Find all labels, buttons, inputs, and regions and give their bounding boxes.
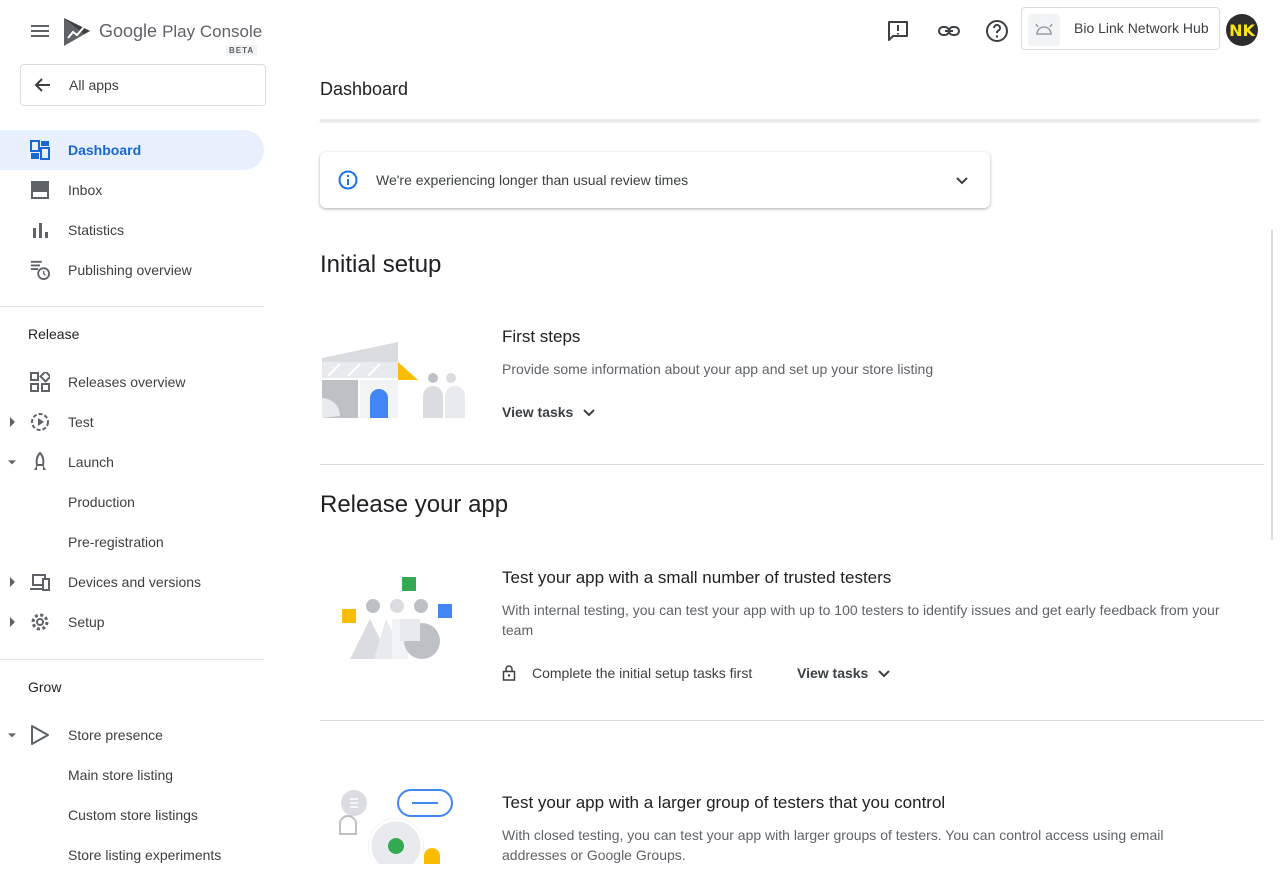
all-apps-label: All apps — [69, 77, 119, 93]
title-divider — [320, 119, 1260, 121]
devices-icon — [30, 574, 50, 591]
caret-right-icon[interactable] — [8, 617, 16, 627]
nav-item-main-store-listing[interactable]: Main store listing — [0, 755, 264, 795]
section-divider — [320, 720, 1264, 721]
android-icon — [1028, 14, 1060, 46]
view-tasks-button[interactable]: View tasks — [797, 665, 892, 681]
app-name: Bio Link Network Hub — [1074, 20, 1209, 36]
nav-label: Test — [68, 414, 94, 430]
brand-console: Play Console — [162, 22, 263, 41]
nav-item-devices-and-versions[interactable]: Devices and versions — [0, 562, 264, 602]
dashboard-icon — [30, 140, 50, 160]
inbox-icon — [31, 181, 49, 199]
nav-item-production[interactable]: Production — [0, 482, 264, 522]
chevron-down-icon — [878, 670, 891, 678]
nav-label: Inbox — [68, 182, 103, 198]
section-release: Release — [28, 326, 80, 342]
nav-item-publishing-overview[interactable]: Publishing overview — [0, 250, 264, 290]
release-heading: Release your app — [320, 491, 509, 518]
avatar-initials: NK — [1229, 20, 1255, 40]
nav-item-releases-overview[interactable]: Releases overview — [0, 362, 264, 402]
nav-item-store-presence[interactable]: Store presence — [0, 715, 264, 755]
bar-chart-icon — [33, 223, 48, 238]
section-divider — [320, 464, 1264, 465]
section-grow: Grow — [28, 679, 62, 695]
sidebar: Google Play Console BETA All apps Dashbo… — [0, 0, 266, 864]
brand-name: Google Play Console — [99, 21, 262, 42]
page-title: Dashboard — [320, 79, 409, 99]
nav-item-dashboard[interactable]: Dashboard — [0, 130, 264, 170]
chevron-down-icon[interactable] — [952, 170, 972, 190]
publishing-overview-icon — [30, 260, 50, 280]
caret-right-icon[interactable] — [8, 577, 16, 587]
first-steps-illustration — [322, 342, 465, 418]
feedback-icon[interactable] — [886, 19, 910, 43]
sidebar-divider — [0, 659, 264, 660]
lock-icon — [502, 665, 516, 681]
caret-down-icon[interactable] — [8, 457, 16, 467]
nav-item-inbox[interactable]: Inbox — [0, 170, 264, 210]
nav-item-store-listing-experiments[interactable]: Store listing experiments — [0, 835, 264, 875]
nav-label: Store presence — [68, 727, 163, 743]
nav-label: Pre-registration — [68, 534, 164, 550]
nav-label: Statistics — [68, 222, 125, 238]
internal-testing-title: Test your app with a small number of tru… — [502, 568, 892, 587]
nav-label: Releases overview — [68, 374, 186, 390]
view-tasks-button[interactable]: View tasks — [502, 404, 597, 420]
internal-testing-illustration — [342, 577, 452, 659]
caret-right-icon[interactable] — [8, 417, 16, 427]
nav-label: Publishing overview — [68, 262, 192, 278]
nav-label: Devices and versions — [68, 574, 202, 590]
menu-icon[interactable] — [28, 22, 52, 42]
initial-setup-heading: Initial setup — [320, 251, 442, 278]
avatar[interactable]: NK — [1226, 14, 1258, 46]
first-steps-desc: Provide some information about your app … — [502, 361, 934, 377]
help-icon[interactable] — [985, 19, 1009, 43]
notice-text: We're experiencing longer than usual rev… — [376, 172, 689, 188]
all-apps-button[interactable]: All apps — [20, 64, 266, 106]
nav-item-pre-registration[interactable]: Pre-registration — [0, 522, 264, 562]
link-icon[interactable] — [937, 19, 961, 43]
setup-required-notice: Complete the initial setup tasks first — [502, 665, 752, 681]
closed-testing-desc: With closed testing, you can test your a… — [502, 827, 1164, 863]
arrow-back-icon — [34, 78, 50, 92]
nav-item-custom-store-listings[interactable]: Custom store listings — [0, 795, 264, 835]
nav-item-setup[interactable]: Setup — [0, 602, 264, 642]
closed-testing-title: Test your app with a larger group of tes… — [502, 793, 946, 812]
nav-label: Dashboard — [68, 142, 142, 158]
first-steps-title: First steps — [502, 327, 581, 346]
nav-label: Production — [68, 494, 135, 510]
review-times-notice[interactable]: We're experiencing longer than usual rev… — [320, 152, 990, 208]
view-tasks-label: View tasks — [502, 404, 574, 420]
beta-badge: BETA — [226, 45, 258, 56]
chevron-down-icon — [583, 409, 596, 417]
releases-overview-icon — [30, 372, 50, 392]
nav-item-test[interactable]: Test — [0, 402, 264, 442]
nav-label: Custom store listings — [68, 807, 198, 823]
nav-label: Store listing experiments — [68, 847, 222, 863]
test-icon — [31, 413, 49, 431]
caret-down-icon[interactable] — [8, 730, 16, 740]
sidebar-divider — [0, 306, 264, 307]
gear-icon — [31, 613, 49, 631]
nav-item-launch[interactable]: Launch — [0, 442, 264, 482]
nav-label: Launch — [68, 454, 114, 470]
internal-testing-desc: With internal testing, you can test your… — [502, 602, 1220, 638]
app-selector[interactable]: Bio Link Network Hub — [1021, 7, 1220, 50]
nav-label: Main store listing — [68, 767, 174, 783]
play-icon — [31, 725, 49, 745]
closed-testing-illustration — [339, 789, 453, 864]
info-icon — [338, 170, 358, 190]
launch-icon — [34, 452, 46, 470]
nav-label: Setup — [68, 614, 105, 630]
setup-required-text: Complete the initial setup tasks first — [532, 665, 753, 681]
play-console-logo — [64, 18, 90, 46]
nav-item-statistics[interactable]: Statistics — [0, 210, 264, 250]
scrollbar[interactable] — [1268, 230, 1276, 540]
view-tasks-label: View tasks — [797, 665, 869, 681]
brand-google: Google — [99, 21, 158, 41]
